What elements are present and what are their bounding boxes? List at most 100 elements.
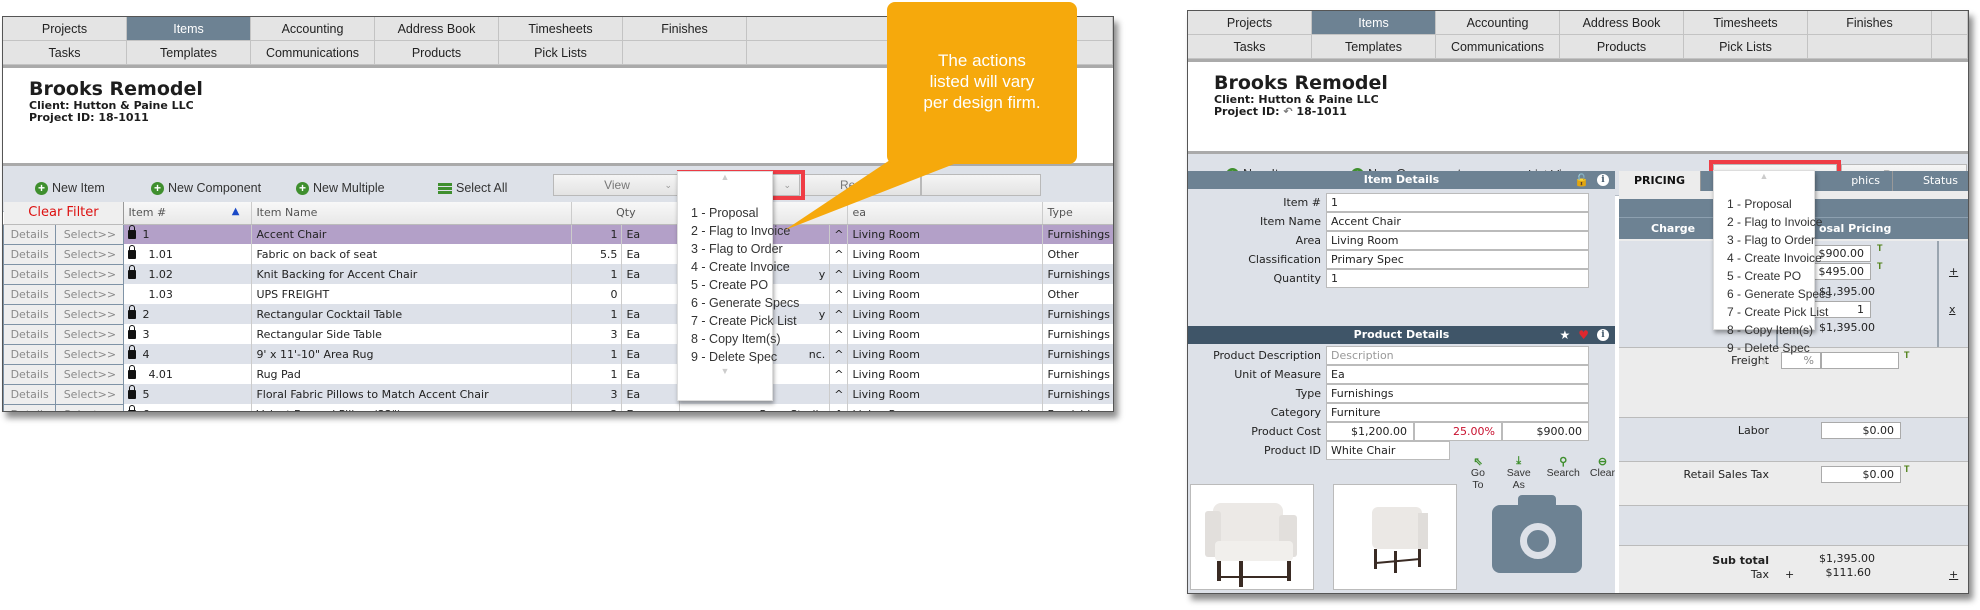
net-cost-input[interactable]: $900.00	[1502, 421, 1589, 441]
caret-up-icon[interactable]: ^	[829, 224, 849, 244]
table-row[interactable]: DetailsSelect>> 6 Velvet Framed Pillow (22…	[3, 403, 1113, 411]
select-button[interactable]: Select>>	[55, 263, 125, 285]
nav-finishes[interactable]: Finishes	[1808, 11, 1932, 35]
column-header-type[interactable]: Type	[1042, 202, 1113, 225]
nav-templates[interactable]: Templates	[1312, 35, 1436, 59]
nav-timesheets[interactable]: Timesheets	[1684, 11, 1808, 35]
select-button[interactable]: Select>>	[55, 223, 125, 245]
action-menu-item[interactable]: 5 - Create PO	[678, 276, 772, 294]
heart-icon[interactable]: ♥	[1578, 326, 1589, 344]
action-menu-item[interactable]: 9 - Delete Spec	[1714, 339, 1814, 357]
details-button[interactable]: Details	[3, 263, 57, 285]
clear-button[interactable]: ⊖ Clear	[1590, 455, 1615, 491]
action-menu-item[interactable]: 8 - Copy Item(s)	[678, 330, 781, 348]
tab-status[interactable]: Status	[1893, 171, 1968, 191]
product-image-back[interactable]	[1333, 484, 1457, 590]
column-header-qty[interactable]: Qty	[571, 202, 681, 225]
labor-input[interactable]: $0.00	[1821, 422, 1901, 439]
item-detail-input[interactable]: Accent Chair	[1326, 211, 1589, 231]
action-menu-item[interactable]: 7 - Create Pick List	[678, 312, 797, 330]
nav-items[interactable]: Items	[1312, 11, 1436, 35]
table-row[interactable]: Details Select>> 3 Rectangular Side Table 3 E…	[3, 323, 1113, 345]
table-row[interactable]: Details Select>> 1.01 Fabric on back of sea…	[3, 243, 1113, 265]
nav-templates[interactable]: Templates	[127, 41, 251, 65]
retail-sales-tax-input[interactable]: $0.00	[1821, 466, 1901, 483]
table-row[interactable]: Details Select>> 1 Accent Chair 1 Ea ^ Living R…	[3, 223, 1113, 245]
table-row[interactable]: Details Select>> 4.01 Rug Pad 1 Ea ^ Living Roo…	[3, 363, 1113, 385]
freight-amount-input[interactable]	[1821, 352, 1899, 369]
type-input[interactable]: Furnishings	[1326, 383, 1589, 403]
item-detail-input[interactable]: 1	[1326, 268, 1589, 288]
new-item-button[interactable]: + New Item	[35, 181, 105, 195]
nav-communications[interactable]: Communications	[1436, 35, 1560, 59]
details-button[interactable]: Details	[3, 283, 57, 305]
table-row[interactable]: Details Select>> 5 Floral Fabric Pillows to…	[3, 383, 1113, 405]
clear-filter-button[interactable]: Clear Filter	[3, 202, 125, 225]
action-menu-item[interactable]: 3 - Flag to Order	[678, 240, 783, 258]
select-button[interactable]: Select>>	[55, 383, 125, 405]
table-row[interactable]: Details Select>> 2 Rectangular Cocktail Tab…	[3, 303, 1113, 325]
tab-pricing[interactable]: PRICING	[1619, 171, 1701, 191]
action-menu-item[interactable]: 9 - Delete Spec	[678, 348, 777, 366]
item-detail-input[interactable]: 1	[1326, 192, 1589, 212]
details-button[interactable]: Details	[3, 223, 57, 245]
unit-of-measure-input[interactable]: Ea	[1326, 364, 1589, 384]
details-button[interactable]: Details	[3, 363, 57, 385]
details-button[interactable]: Details	[3, 323, 57, 345]
nav-items[interactable]: Items	[127, 17, 251, 41]
nav-products[interactable]: Products	[375, 41, 499, 65]
nav-pick-lists[interactable]: Pick Lists	[1684, 35, 1808, 59]
item-detail-input[interactable]: Living Room	[1326, 230, 1589, 250]
action-menu-item[interactable]: 3 - Flag to Order	[1714, 231, 1815, 249]
column-header-item-number[interactable]: Item # ▲	[123, 202, 253, 225]
nav-address-book[interactable]: Address Book	[1560, 11, 1684, 35]
save-as-button[interactable]: ⤓ Save As	[1501, 455, 1537, 491]
info-icon[interactable]: i	[1597, 174, 1609, 186]
nav-address-book[interactable]: Address Book	[375, 17, 499, 41]
scroll-up-arrow-icon[interactable]: ▲	[1714, 171, 1814, 185]
camera-icon[interactable]	[1492, 495, 1582, 573]
action-menu-item[interactable]: 6 - Generate Specs	[678, 294, 799, 312]
details-button[interactable]: Details	[3, 243, 57, 265]
action-menu-item[interactable]: 5 - Create PO	[1714, 267, 1814, 285]
action-menu-item[interactable]: 4 - Create Invoice	[678, 258, 790, 276]
nav-finishes[interactable]: Finishes	[623, 17, 747, 41]
info-icon[interactable]: i	[1597, 329, 1609, 341]
nav-tasks[interactable]: Tasks	[3, 41, 127, 65]
caret-up-icon[interactable]: ^	[829, 364, 849, 384]
action-menu-item[interactable]: 7 - Create Pick List	[1714, 303, 1828, 321]
caret-up-icon[interactable]: ^	[829, 244, 849, 264]
nav-projects[interactable]: Projects	[1188, 11, 1312, 35]
nav-projects[interactable]: Projects	[3, 17, 127, 41]
table-row[interactable]: Details Select>> 4 9' x 11'-10" Area Rug 1 Ea…	[3, 343, 1113, 365]
scroll-down-arrow-icon[interactable]: ▼	[678, 366, 772, 380]
action-menu-item[interactable]: 6 - Generate Specs	[1714, 285, 1831, 303]
table-row[interactable]: Details Select>> 1.03 UPS FREIGHT 0 ^ Living R…	[3, 283, 1113, 305]
caret-up-icon[interactable]: ^	[829, 284, 849, 304]
search-button[interactable]: ⚲ Search	[1547, 455, 1580, 491]
table-row[interactable]: Details Select>> 1.02 Knit Backing for Acce…	[3, 263, 1113, 285]
reply-arrow-icon[interactable]: ↶	[1283, 105, 1292, 118]
nav-products[interactable]: Products	[1560, 35, 1684, 59]
product-cost-input[interactable]: $1,200.00	[1326, 421, 1414, 441]
discount-input[interactable]: 25.00%	[1414, 421, 1502, 441]
caret-up-icon[interactable]: ^	[829, 344, 849, 364]
select-button[interactable]: Select>>	[55, 363, 125, 385]
select-button[interactable]: Select>>	[55, 343, 125, 365]
column-header-area[interactable]: ea	[847, 202, 1044, 225]
extra-dropdown[interactable]	[921, 174, 1041, 196]
nav-communications[interactable]: Communications	[251, 41, 375, 65]
action-menu-item[interactable]: 1 - Proposal	[678, 204, 772, 222]
details-button[interactable]: Details	[3, 383, 57, 405]
select-all-button[interactable]: Select All	[438, 181, 507, 195]
caret-up-icon[interactable]: ^	[829, 324, 849, 344]
reports-dropdown[interactable]: Rep	[801, 174, 921, 196]
select-button[interactable]: Select>>	[55, 283, 125, 305]
details-button[interactable]: Details	[3, 303, 57, 325]
star-icon[interactable]: ★	[1559, 326, 1570, 344]
product-image-front[interactable]	[1190, 484, 1314, 590]
action-menu-item[interactable]: 4 - Create Invoice	[1714, 249, 1822, 267]
go-to-button[interactable]: ⇖ Go To	[1465, 455, 1491, 491]
caret-up-icon[interactable]: ^	[829, 384, 849, 404]
caret-up-icon[interactable]: ^	[829, 264, 849, 284]
